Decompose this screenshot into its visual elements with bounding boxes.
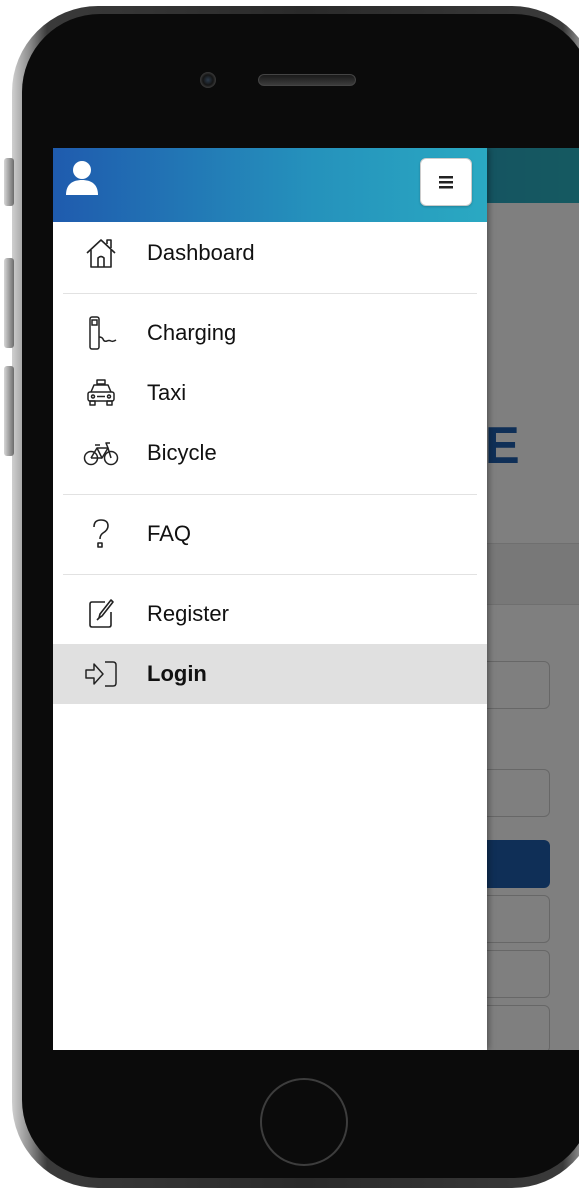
home-icon — [86, 239, 116, 268]
drawer-header — [53, 148, 487, 222]
earpiece-speaker — [258, 74, 356, 86]
login-icon — [85, 661, 117, 687]
menu-divider — [63, 574, 477, 575]
taxi-icon — [87, 379, 115, 406]
menu-divider — [63, 494, 477, 495]
menu-toggle-button[interactable] — [420, 158, 472, 206]
nav-item-register[interactable]: Register — [53, 584, 487, 644]
question-icon — [93, 519, 109, 548]
nav-item-label: Taxi — [147, 380, 187, 405]
bicycle-icon — [83, 442, 119, 466]
nav-item-dashboard[interactable]: Dashboard — [53, 223, 487, 283]
nav-item-charging[interactable]: Charging — [53, 303, 487, 363]
hamburger-icon — [439, 176, 453, 189]
volume-down-button — [4, 366, 14, 456]
nav-item-taxi[interactable]: Taxi — [53, 363, 487, 423]
charging-station-icon — [89, 316, 117, 350]
home-button[interactable] — [260, 1078, 348, 1166]
volume-up-button — [4, 258, 14, 348]
front-camera — [200, 72, 216, 88]
nav-item-label: FAQ — [147, 521, 192, 546]
nav-item-login[interactable]: Login — [53, 644, 487, 704]
menu-divider — [63, 293, 477, 294]
user-icon[interactable] — [65, 160, 99, 196]
mute-switch — [4, 158, 14, 206]
navigation-drawer: Dashboard Charging Taxi Bicycle FAQ Regi… — [53, 148, 487, 1050]
nav-item-label: Bicycle — [147, 440, 217, 465]
nav-item-label: Dashboard — [147, 240, 255, 265]
nav-item-label: Register — [147, 601, 229, 626]
screen: E — [53, 148, 579, 1050]
nav-item-label: Login — [147, 661, 207, 686]
nav-item-faq[interactable]: FAQ — [53, 504, 487, 564]
nav-item-bicycle[interactable]: Bicycle — [53, 423, 487, 483]
edit-icon — [89, 599, 114, 628]
nav-item-label: Charging — [147, 320, 237, 345]
